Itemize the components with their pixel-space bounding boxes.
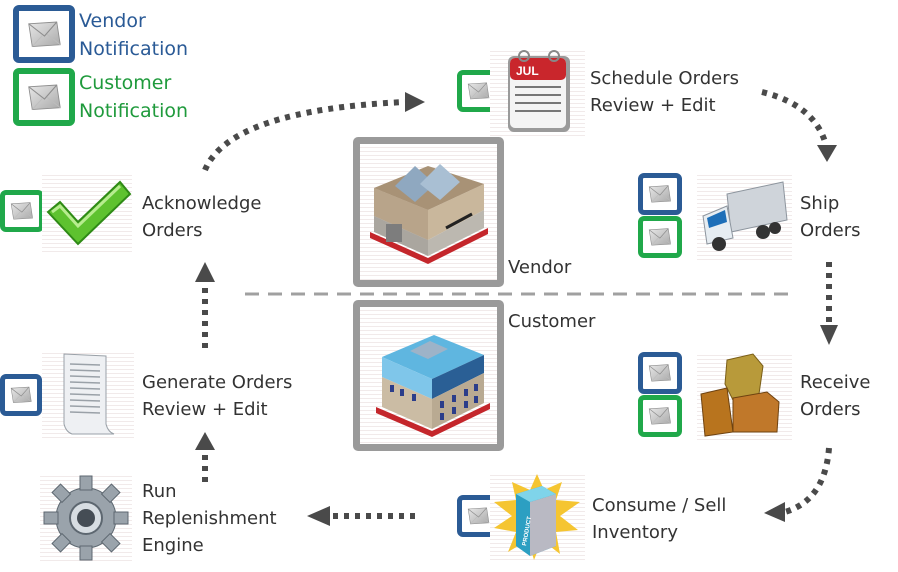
acknowledge-line1: Acknowledge — [142, 193, 262, 214]
ship-line2: Orders — [800, 220, 861, 241]
envelope-icon — [648, 406, 672, 426]
envelope-icon — [467, 81, 490, 101]
vendor-building-frame — [353, 137, 504, 287]
schedule-orders-label: Schedule Orders Review + Edit — [590, 65, 739, 119]
factory-building-icon — [370, 164, 488, 264]
acknowledge-orders-label: Acknowledge Orders — [142, 190, 261, 244]
arrowhead — [764, 502, 785, 522]
receive-line2: Orders — [800, 399, 861, 420]
envelope-icon — [10, 385, 32, 405]
calendar-icon: JUL — [508, 50, 570, 132]
replenish-icon-area — [40, 473, 132, 563]
consume-line2: Inventory — [592, 522, 678, 543]
receive-orders-label: Receive Orders — [800, 369, 870, 423]
gear-icon — [43, 475, 129, 561]
truck-icon — [702, 181, 788, 251]
arrowhead — [307, 506, 330, 526]
calendar-month-text: JUL — [516, 64, 539, 78]
consume-line1: Consume / Sell — [592, 495, 727, 516]
consume-icon-area: PRODUCT — [490, 472, 585, 562]
spreadsheet-icon — [63, 353, 115, 435]
ship-customer-notification — [638, 216, 682, 258]
receive-vendor-notification — [638, 352, 682, 394]
vendor-zone-label: Vendor — [508, 257, 572, 278]
receive-customer-notification — [638, 395, 682, 437]
product-box-icon: PRODUCT — [494, 474, 580, 560]
envelope-icon — [648, 363, 672, 383]
receive-line1: Receive — [800, 372, 871, 393]
arrow-receive-to-consume — [784, 447, 832, 515]
checkmark-icon — [46, 180, 132, 246]
arrowhead — [405, 92, 425, 112]
acknowledge-line2: Orders — [142, 220, 203, 241]
acknowledge-icon-area — [42, 172, 132, 254]
arrowhead — [817, 145, 837, 162]
generate-icon-area — [42, 350, 134, 438]
replenishment-engine-label: Run Replenishment Engine — [142, 478, 277, 559]
ship-line1: Ship — [800, 193, 840, 214]
arrowhead — [195, 432, 215, 450]
office-building-icon — [376, 335, 490, 437]
acknowledge-customer-notification — [0, 190, 44, 232]
schedule-icon-area: JUL — [490, 48, 585, 136]
generate-vendor-notification — [0, 374, 42, 416]
arrowhead — [195, 262, 215, 282]
ship-vendor-notification — [638, 173, 682, 215]
receive-icon-area — [697, 352, 792, 440]
replenish-line3: Engine — [142, 535, 204, 556]
consume-inventory-label: Consume / Sell Inventory — [592, 492, 726, 546]
arrow-schedule-to-ship — [761, 89, 829, 146]
envelope-icon — [467, 506, 490, 526]
ship-orders-label: Ship Orders — [800, 190, 861, 244]
customer-building-frame — [353, 300, 504, 451]
generate-line1: Generate Orders — [142, 372, 293, 393]
replenish-line1: Run — [142, 481, 177, 502]
replenish-line2: Replenishment — [142, 508, 277, 529]
envelope-icon — [648, 227, 672, 247]
schedule-line1: Schedule Orders — [590, 68, 739, 89]
generate-orders-label: Generate Orders Review + Edit — [142, 369, 292, 423]
envelope-icon — [10, 201, 34, 221]
crates-icon — [700, 353, 780, 437]
customer-zone-label: Customer — [508, 311, 596, 332]
schedule-line2: Review + Edit — [590, 95, 716, 116]
ship-icon-area — [697, 172, 792, 260]
arrowhead — [820, 325, 838, 345]
envelope-icon — [648, 184, 672, 204]
generate-line2: Review + Edit — [142, 399, 268, 420]
